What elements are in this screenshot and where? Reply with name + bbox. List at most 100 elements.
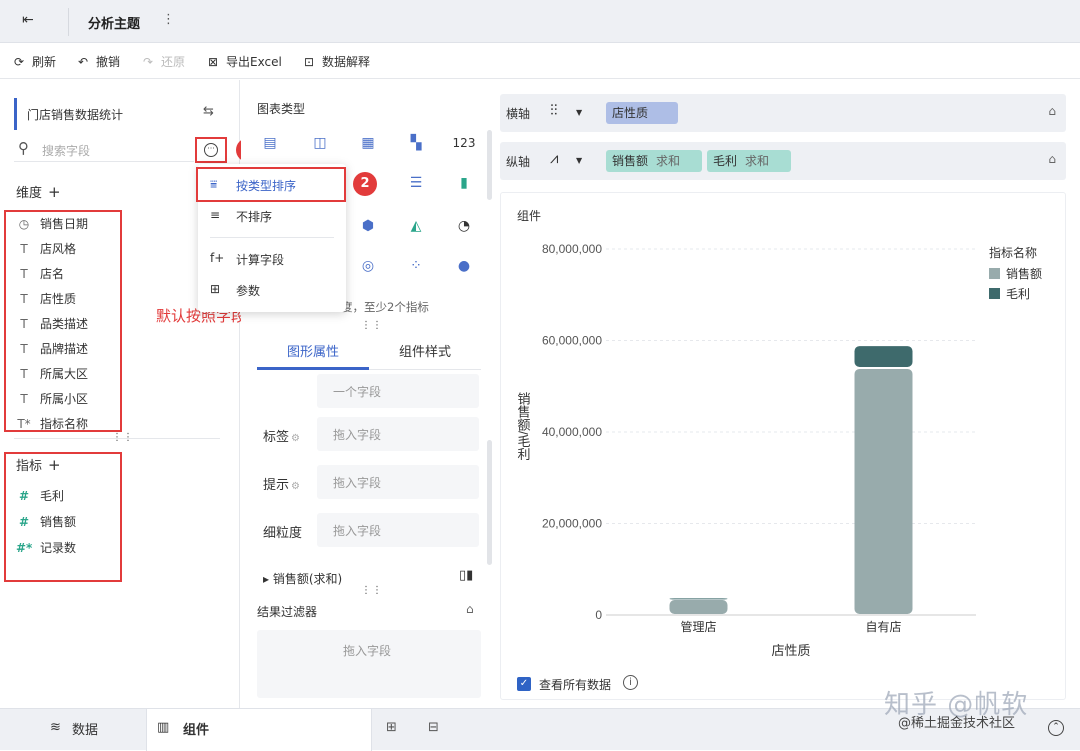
gantt-icon[interactable]: ☰ [403,172,429,194]
dimension-item[interactable]: T 品牌描述 [16,340,88,357]
redo-button[interactable]: ↷ 还原 [143,53,185,70]
dimension-item[interactable]: T 所属小区 [16,390,88,407]
dimension-item[interactable]: T 店名 [16,265,64,282]
more-options-icon[interactable]: ⋮ [162,12,175,27]
x-axis-type-icon[interactable]: ⫶⫶ [550,101,558,119]
dimension-item[interactable]: T 店风格 [16,240,76,257]
drop-zone[interactable]: 一个字段 [317,374,479,408]
export-excel-button[interactable]: ⊠ 导出Excel [208,53,282,70]
add-dimension-icon[interactable]: + [48,183,61,201]
area-chart-icon[interactable]: ◭ [403,215,429,237]
chart-component: 组件 0 20,000,000 40,000,000 60,000,000 80,000… [500,192,1066,700]
y-axis-label: 纵轴 [506,155,531,169]
add-component-icon[interactable]: ⊞ [386,720,397,735]
number-field-icon: #* [16,541,33,555]
tab-graph-props[interactable]: 图形属性 [287,341,339,360]
search-icon: ⚲ [18,139,29,157]
search-field[interactable]: ⚲ 搜索字段 [14,138,194,162]
tab-component[interactable]: ▥ 组件 [146,709,372,751]
kpi-number-icon[interactable]: 123 [451,132,477,154]
hexagon-map-icon[interactable]: ⬢ [355,215,381,237]
y-field-pill-sales[interactable]: 销售额 求和 [606,150,702,172]
tab-component-style[interactable]: 组件样式 [399,341,451,360]
measure-item[interactable]: # 毛利 [16,487,64,504]
parameter-icon: ⊞ [210,282,221,296]
measure-item[interactable]: # 销售额 [16,513,76,530]
ellipsis-icon: ··· [204,143,218,157]
scrollbar[interactable] [487,440,492,565]
measure-group-toggle[interactable]: ▸ 销售额(求和) [263,570,342,587]
legend-swatch [989,268,1000,279]
clear-icon[interactable]: ⌂ [466,602,474,616]
chevron-down-icon[interactable]: ▼ [576,108,582,117]
text-field-icon: T [20,342,28,356]
dimension-item[interactable]: T 品类描述 [16,315,88,332]
toolbar: ⟳ 刷新 ↶ 撤销 ↷ 还原 ⊠ 导出Excel ⊡ 数据解释 [0,43,1080,79]
menu-divider [210,237,334,238]
table-chart-icon[interactable]: ▤ [257,132,283,154]
chart-icon: ▥ [157,720,170,735]
drop-zone[interactable]: 拖入字段 [317,513,479,547]
text-field-icon: T [20,317,28,331]
dimension-item[interactable]: T* 指标名称 [16,415,88,432]
clock-icon: ◷ [18,217,30,231]
bar-chart[interactable]: 0 20,000,000 40,000,000 60,000,000 80,000,00… [501,213,1065,683]
dimension-item[interactable]: ◷ 销售日期 [16,215,88,232]
bar-毛利 [669,598,728,600]
y-field-pill-profit[interactable]: 毛利 求和 [707,150,791,172]
menu-item-no-sort[interactable]: ≡ 不排序 [198,201,346,231]
resize-handle[interactable]: ⋮⋮ [361,320,383,331]
radar-icon[interactable]: ◎ [355,255,381,277]
y-tick-label: 0 [595,608,602,622]
undo-button[interactable]: ↶ 撤销 [78,53,120,70]
dimension-item[interactable]: T 所属大区 [16,365,88,382]
treemap-icon[interactable]: ▚ [403,132,429,154]
show-all-data-label: 查看所有数据 [539,678,612,692]
scrollbar[interactable] [487,130,492,200]
add-dashboard-icon[interactable]: ⊟ [428,720,439,735]
x-field-pill[interactable]: 店性质 [606,102,678,124]
detail-table-icon[interactable]: ▦ [355,132,381,154]
scatter-icon[interactable]: ⁘ [403,255,429,277]
gear-icon[interactable]: ⚙ [291,481,300,492]
drop-zone[interactable]: 拖入字段 [317,417,479,451]
database-icon: ≋ [50,720,61,735]
info-icon[interactable]: i [623,675,638,690]
tab-data[interactable]: ≋ 数据 [40,709,140,751]
bubble-icon[interactable]: ● [451,255,477,277]
refresh-icon: ⟳ [14,55,25,69]
menu-item-calc-field[interactable]: f+ 计算字段 [198,244,346,274]
measure-item[interactable]: #* 记录数 [16,539,76,556]
drop-zone[interactable]: 拖入字段 [317,465,479,499]
clear-icon[interactable]: ⌂ [1048,104,1056,118]
refresh-button[interactable]: ⟳ 刷新 [14,53,56,70]
gear-icon[interactable]: ⚙ [291,433,300,444]
x-axis-label: 横轴 [506,107,531,121]
field-more-button[interactable]: ··· [195,137,227,163]
divider [68,8,69,36]
y-tick-label: 20,000,000 [542,517,602,531]
x-axis-row: 横轴 ⫶⫶ ▼ 店性质 ⌂ [500,94,1066,132]
y-axis-type-icon[interactable]: ⩘ [550,149,558,167]
bar-type-icon[interactable]: ▯▮ [459,568,473,583]
dimension-item[interactable]: T 店性质 [16,290,76,307]
clear-icon[interactable]: ⌂ [1048,152,1056,166]
bar-chart-icon[interactable]: ▮ [451,172,477,194]
search-placeholder: 搜索字段 [42,144,91,158]
gauge-icon[interactable]: ◔ [451,215,477,237]
menu-item-parameter[interactable]: ⊞ 参数 [198,275,346,305]
resize-handle[interactable]: ⋮⋮ [361,585,383,596]
filter-drop-zone[interactable]: 拖入字段 [257,630,481,698]
bar-毛利 [854,346,913,367]
chevron-down-icon[interactable]: ▼ [576,156,582,165]
switch-dataset-icon[interactable]: ⇆ [203,104,214,119]
cross-table-icon[interactable]: ◫ [307,132,333,154]
exit-icon[interactable]: ⇤ [22,12,46,32]
y-axis-title: 销售额/毛利 [516,392,531,461]
property-row: 细粒度 拖入字段 [257,511,479,549]
collapse-icon[interactable]: ⌃ [1048,720,1064,736]
property-label: 标签 ⚙ [263,430,300,445]
data-explain-button[interactable]: ⊡ 数据解释 [304,53,370,70]
show-all-data-checkbox[interactable]: ✓ [517,677,531,691]
dataset-name[interactable]: 门店销售数据统计 [14,98,224,130]
